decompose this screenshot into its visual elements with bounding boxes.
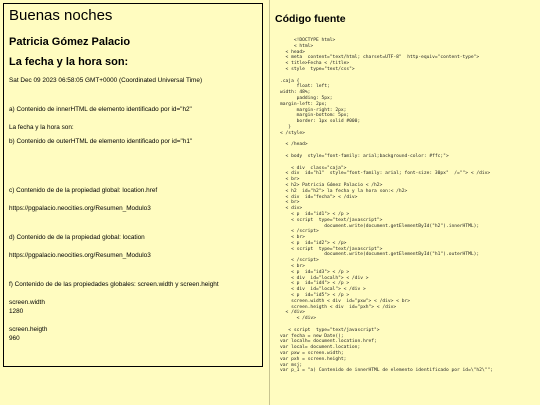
section-c-label: c) Contenido de de la propiedad global: …: [9, 187, 158, 194]
screen-height-value: 960: [9, 335, 20, 342]
section-b-label: b) Contenido de outerHTML de elemento id…: [9, 138, 193, 145]
screen-width-value: 1280: [9, 308, 24, 315]
section-d-label: d) Contenido de de la propiedad global: …: [9, 234, 145, 241]
screen-width-label: screen.width: [9, 299, 45, 306]
section-c-value: https://pgpalacio.neocities.org/Resumen_…: [9, 205, 151, 212]
current-date: Sat Dec 09 2023 06:58:05 GMT+0000 (Coord…: [9, 77, 203, 84]
greeting-heading: Buenas noches: [9, 7, 113, 24]
section-a-value: La fecha y la hora son:: [9, 124, 74, 131]
source-code-panel: Código fuente <!DOCTYPE html> < html> < …: [269, 0, 540, 405]
screen-height-label: screen.heigth: [9, 326, 48, 333]
date-heading: La fecha y la hora son:: [9, 56, 129, 68]
source-code-title: Código fuente: [275, 13, 346, 25]
author-name: Patricia Gómez Palacio: [9, 36, 131, 48]
section-d-value: https://pgpalacio.neocities.org/Resumen_…: [9, 252, 151, 259]
source-code-listing: <!DOCTYPE html> < html> < head> < meta c…: [280, 38, 493, 374]
output-panel: Buenas noches Patricia Gómez Palacio La …: [3, 3, 263, 367]
section-a-label: a) Contenido de innerHTML de elemento id…: [9, 106, 192, 113]
section-f-label: f) Contenido de de las propiedades globa…: [9, 281, 219, 288]
